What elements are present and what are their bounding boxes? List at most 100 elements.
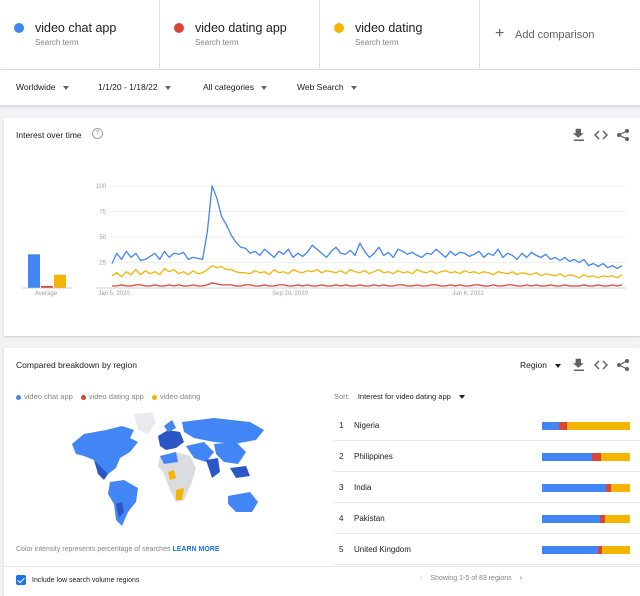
chart-lines <box>111 185 623 287</box>
region-breakdown-title: Compared breakdown by region <box>16 360 137 370</box>
share-segment <box>542 422 559 430</box>
share-segment <box>592 453 601 461</box>
region-share-bar <box>542 515 630 523</box>
search-term-3[interactable]: video dating Search term <box>320 0 480 69</box>
checkbox-checked-icon[interactable] <box>16 575 26 585</box>
region-rank: 3 <box>339 483 344 492</box>
map-note: Color intensity represents percentage of… <box>16 546 220 553</box>
share-segment <box>542 453 593 461</box>
region-share-bar <box>542 422 630 430</box>
category-filter[interactable]: All categories <box>203 82 268 92</box>
average-bar <box>28 254 40 288</box>
embed-code-icon[interactable] <box>594 358 608 372</box>
location-filter-label: Worldwide <box>16 82 56 92</box>
caret-down-icon <box>350 85 357 90</box>
region-share-bar <box>542 546 630 554</box>
y-tick-label: 25 <box>99 261 106 267</box>
x-tick-label: Jan 5, 2020 <box>98 291 130 297</box>
x-axis-labels: Jan 5, 2020 Sep 20, 2020 Jun 6, 2021 <box>98 291 484 297</box>
caret-down-icon <box>458 395 465 400</box>
region-name: Philippines <box>354 452 393 461</box>
search-term-1[interactable]: video chat app Search term <box>0 0 160 69</box>
region-row[interactable]: 3 India <box>334 472 640 503</box>
share-segment <box>558 422 567 430</box>
term-name: video dating <box>355 21 423 35</box>
share-segment <box>601 546 630 554</box>
region-select-label: Region <box>520 360 547 370</box>
sort-control[interactable]: Sort: Interest for video dating app <box>334 392 465 401</box>
region-name: India <box>354 483 372 492</box>
region-row[interactable]: 5 United Kingdom <box>334 534 640 565</box>
property-filter[interactable]: Web Search <box>297 82 357 92</box>
include-low-volume-checkbox[interactable]: Include low search volume regions <box>16 575 139 585</box>
region-resolution-select[interactable]: Region <box>520 360 561 370</box>
region-row[interactable]: 4 Pakistan <box>334 503 640 534</box>
region-name: United Kingdom <box>354 545 411 554</box>
region-rank: 2 <box>339 452 344 461</box>
caret-down-icon <box>164 85 171 90</box>
chevron-left-icon[interactable]: ‹ <box>420 575 422 582</box>
term-type: Search term <box>355 38 399 47</box>
series-line <box>111 264 623 279</box>
interest-chart: Average 25 50 75 100 Jan 5, 2020 Sep 20, 202… <box>22 184 626 297</box>
world-map[interactable] <box>64 408 274 538</box>
y-tick-label: 50 <box>99 235 106 241</box>
australia-region[interactable] <box>228 492 258 512</box>
region-rank: 5 <box>339 545 344 554</box>
y-tick-label: 75 <box>99 210 106 216</box>
date-range-filter[interactable]: 1/1/20 - 1/18/22 <box>98 82 171 92</box>
legend-label: video dating app <box>88 392 144 401</box>
region-row[interactable]: 2 Philippines <box>334 441 640 472</box>
average-bar <box>54 274 66 288</box>
southeast-asia-region[interactable] <box>230 466 250 478</box>
legend-label: video dating <box>159 392 201 401</box>
region-row[interactable]: 1 Nigeria <box>334 410 640 441</box>
x-tick-label: Sep 20, 2020 <box>272 291 308 297</box>
region-legend: video chat app video dating app video da… <box>16 392 200 401</box>
legend-item: video dating app <box>80 392 144 401</box>
learn-more-link[interactable]: LEARN MORE <box>172 546 219 553</box>
series-line <box>111 185 623 270</box>
pager-text: Showing 1-5 of 83 regions <box>430 575 512 582</box>
caret-down-icon <box>554 363 561 368</box>
share-segment <box>610 484 630 492</box>
russia-region[interactable] <box>182 418 264 444</box>
region-name: Nigeria <box>354 421 380 430</box>
include-low-volume-label: Include low search volume regions <box>32 576 140 584</box>
scandinavia-region[interactable] <box>164 420 176 432</box>
search-term-2[interactable]: video dating app Search term <box>160 0 320 69</box>
share-icon[interactable] <box>616 358 630 372</box>
greenland-region[interactable] <box>134 412 156 434</box>
series-line <box>112 282 623 287</box>
south-america-region[interactable] <box>108 480 138 526</box>
average-label: Average <box>35 291 58 297</box>
share-segment <box>566 422 630 430</box>
chevron-right-icon[interactable]: › <box>520 575 522 582</box>
map-note-text: Color intensity represents percentage of… <box>16 546 171 553</box>
region-list: 1 Nigeria 2 Philippines 3 India 4 Pakistan 5 Unit… <box>334 410 640 565</box>
plus-icon: + <box>495 25 505 42</box>
term-color-dot <box>334 23 344 33</box>
term-name: video chat app <box>35 21 117 35</box>
caret-down-icon <box>261 85 268 90</box>
region-rank: 1 <box>339 421 344 430</box>
india-region[interactable] <box>206 458 220 478</box>
term-color-dot <box>174 23 184 33</box>
europe-region[interactable] <box>158 430 184 450</box>
download-icon[interactable] <box>572 358 586 372</box>
legend-dot <box>16 394 21 400</box>
north-america-region[interactable] <box>72 426 138 474</box>
date-range-filter-label: 1/1/20 - 1/18/22 <box>98 82 158 92</box>
search-terms-bar: video chat app Search term video dating … <box>0 0 640 70</box>
term-type: Search term <box>195 38 239 47</box>
share-segment <box>542 484 607 492</box>
card-footer-divider <box>4 566 640 567</box>
location-filter[interactable]: Worldwide <box>16 82 69 92</box>
china-region[interactable] <box>214 442 246 464</box>
sort-label: Sort: <box>334 392 350 401</box>
term-color-dot <box>14 23 24 33</box>
region-share-bar <box>542 484 630 492</box>
add-comparison-button[interactable]: + Add comparison <box>480 0 640 69</box>
term-type: Search term <box>35 38 79 47</box>
add-comparison-label: Add comparison <box>515 29 595 41</box>
